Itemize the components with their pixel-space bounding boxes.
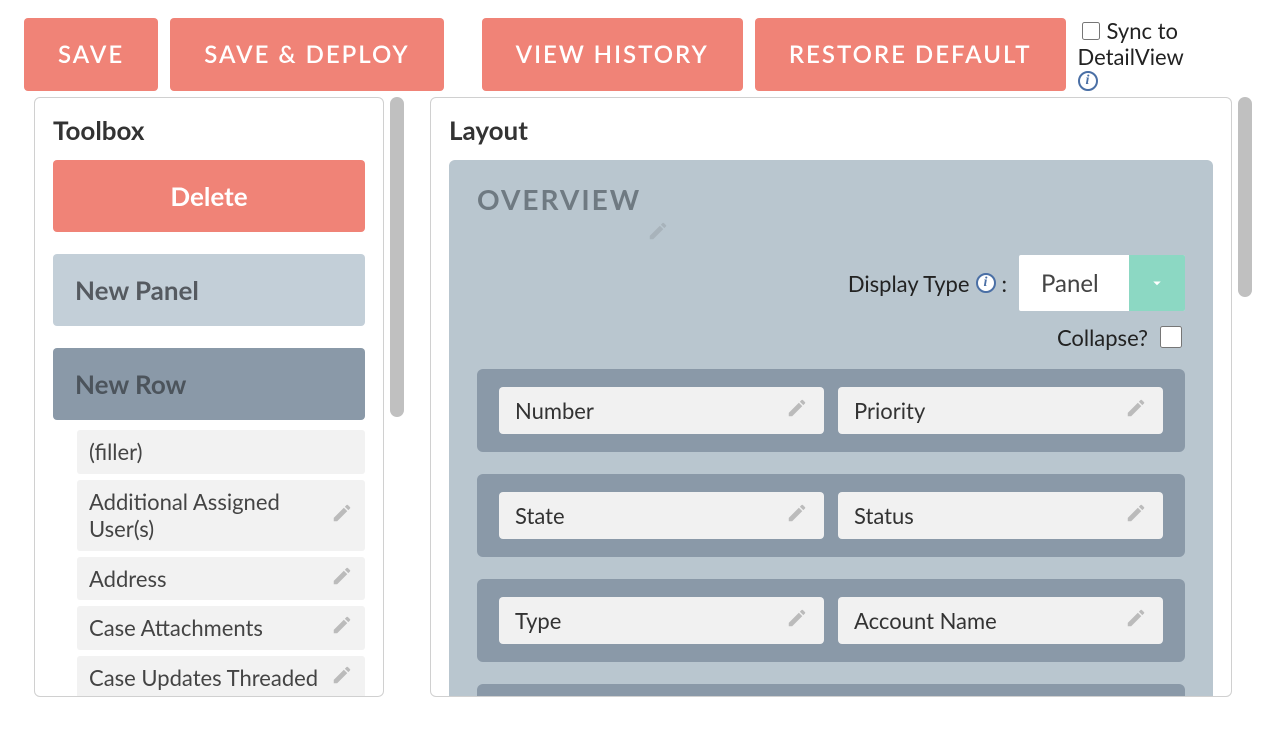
info-icon[interactable]: i (1078, 71, 1098, 91)
display-type-row: Display Type i : Panel (477, 255, 1185, 311)
layout-field-slot[interactable]: Account Name (838, 597, 1163, 644)
pencil-icon[interactable] (1125, 502, 1147, 529)
layout-field-slot[interactable]: Type (499, 597, 824, 644)
save-button[interactable]: SAVE (24, 18, 158, 91)
section-title: OVERVIEW (477, 182, 1185, 216)
slot-label: Type (515, 607, 561, 634)
pencil-icon[interactable] (1125, 607, 1147, 634)
layout-row: Number Priority (477, 369, 1185, 452)
slot-label: State (515, 502, 565, 529)
save-deploy-button[interactable]: SAVE & DEPLOY (170, 18, 443, 91)
view-history-button[interactable]: VIEW HISTORY (482, 18, 743, 91)
layout-scrollbar-thumb[interactable] (1238, 97, 1252, 297)
field-label: Additional Assigned User(s) (89, 488, 323, 543)
new-panel-item[interactable]: New Panel (53, 254, 365, 326)
pencil-icon[interactable] (331, 664, 353, 691)
collapse-row: Collapse? (477, 323, 1185, 351)
field-label: Case Updates Threaded (89, 664, 323, 692)
toolbox-field[interactable]: Address (77, 557, 365, 601)
layout-canvas: OVERVIEW Display Type i : Panel (449, 160, 1213, 697)
toolbox-scrollbar-thumb[interactable] (390, 97, 404, 417)
display-type-select[interactable]: Panel (1019, 255, 1185, 311)
layout-panel: Layout OVERVIEW Display Type i : Panel (430, 97, 1232, 697)
info-icon[interactable]: i (976, 273, 996, 293)
display-type-label: Display Type i : (848, 270, 1007, 297)
main-area: Toolbox Delete New Panel New Row (filler… (0, 97, 1282, 697)
pencil-icon[interactable] (331, 502, 353, 529)
pencil-icon[interactable] (647, 220, 1185, 247)
slot-label: Number (515, 397, 594, 424)
toolbar-right-group: VIEW HISTORY RESTORE DEFAULT (482, 18, 1066, 91)
layout-title: Layout (449, 114, 1213, 146)
restore-default-button[interactable]: RESTORE DEFAULT (755, 18, 1066, 91)
slot-label: Status (854, 502, 914, 529)
toolbox-panel-outer: Toolbox Delete New Panel New Row (filler… (34, 97, 404, 697)
sync-to-detailview: Sync to DetailView i (1078, 18, 1184, 91)
toolbox-field[interactable]: (filler) (77, 430, 365, 474)
pencil-icon[interactable] (1125, 397, 1147, 424)
slot-label: Priority (854, 397, 925, 424)
toolbar: SAVE SAVE & DEPLOY VIEW HISTORY RESTORE … (0, 0, 1282, 97)
sync-label-line2: DetailView (1078, 44, 1184, 70)
layout-row: State Status (477, 474, 1185, 557)
toolbox-field[interactable]: Case Attachments (77, 606, 365, 650)
layout-field-slot[interactable]: State (499, 492, 824, 539)
layout-row: Type Account Name (477, 579, 1185, 662)
layout-scrollbar[interactable] (1238, 97, 1252, 697)
layout-panel-outer: Layout OVERVIEW Display Type i : Panel (430, 97, 1252, 697)
pencil-icon[interactable] (331, 565, 353, 592)
field-label: Address (89, 565, 323, 593)
pencil-icon[interactable] (786, 502, 808, 529)
pencil-icon[interactable] (786, 607, 808, 634)
display-type-label-text: Display Type (848, 270, 970, 297)
layout-field-slot[interactable]: Number (499, 387, 824, 434)
new-row-item[interactable]: New Row (53, 348, 365, 420)
layout-rows: Number Priority State Status Type Account Nam… (477, 369, 1185, 697)
pencil-icon[interactable] (786, 397, 808, 424)
field-label: (filler) (89, 438, 353, 466)
toolbox-scrollbar[interactable] (390, 97, 404, 697)
colon: : (1002, 270, 1008, 297)
toolbox-field[interactable]: Case Updates Threaded (77, 656, 365, 698)
layout-field-slot[interactable]: Priority (838, 387, 1163, 434)
field-label: Case Attachments (89, 614, 323, 642)
toolbar-left-group: SAVE SAVE & DEPLOY (24, 18, 444, 91)
chevron-down-icon (1129, 255, 1185, 311)
sync-label-line1: Sync to (1107, 18, 1178, 44)
toolbox-title: Toolbox (53, 114, 365, 146)
toolbox-panel: Toolbox Delete New Panel New Row (filler… (34, 97, 384, 697)
layout-field-slot[interactable]: Status (838, 492, 1163, 539)
collapse-label: Collapse? (1057, 324, 1148, 351)
pencil-icon[interactable] (331, 614, 353, 641)
toolbox-field[interactable]: Additional Assigned User(s) (77, 480, 365, 551)
layout-row: SubjectSuggestions (477, 684, 1185, 697)
display-type-value: Panel (1019, 255, 1129, 311)
sync-checkbox[interactable] (1082, 22, 1100, 40)
collapse-checkbox[interactable] (1160, 326, 1182, 348)
slot-label: Account Name (854, 607, 997, 634)
delete-dropzone[interactable]: Delete (53, 160, 365, 232)
toolbox-field-list: (filler) Additional Assigned User(s) Addre… (53, 430, 365, 697)
